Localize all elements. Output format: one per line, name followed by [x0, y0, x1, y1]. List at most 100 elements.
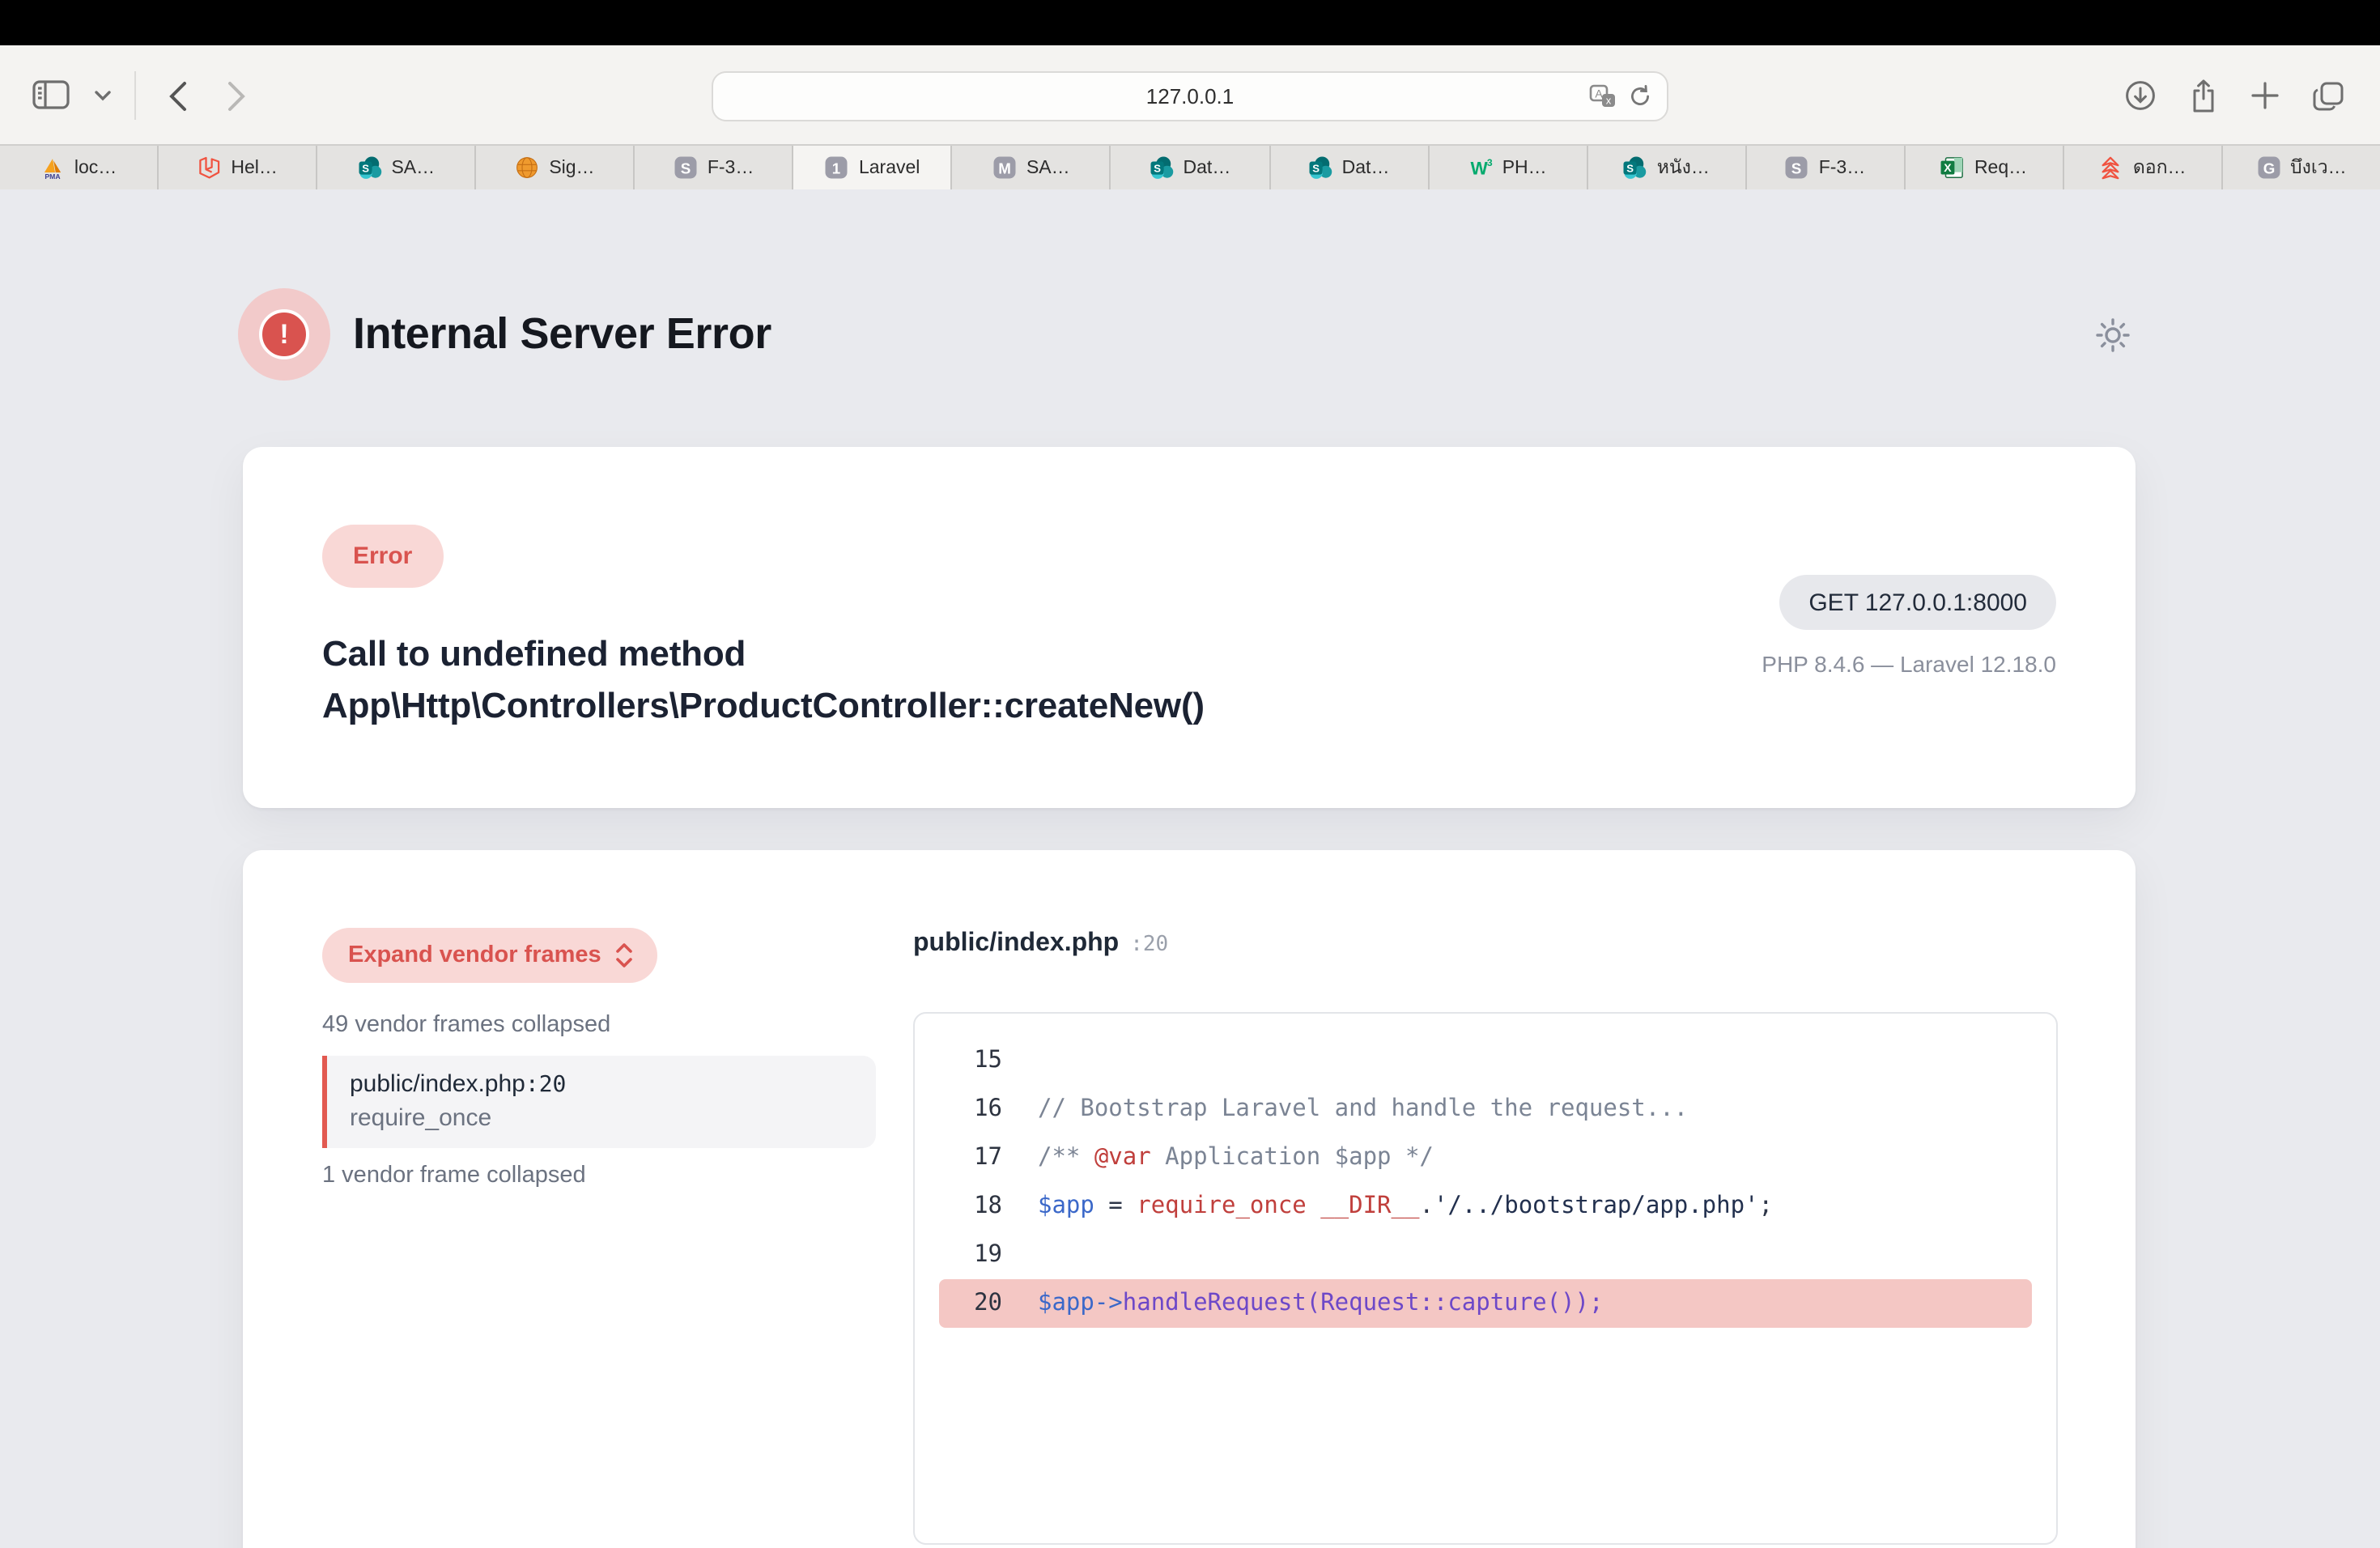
svg-text:S: S — [1154, 163, 1161, 175]
gray-letter-favicon-icon: S — [674, 155, 698, 180]
tab-sa[interactable]: S SA… — [316, 146, 474, 189]
svg-text:S: S — [1312, 163, 1320, 175]
tab-label: บึงเว… — [2290, 153, 2347, 182]
menu-bar — [0, 0, 2380, 45]
page-header: ! Internal Server Error — [243, 288, 2136, 381]
tab-label: F-3… — [708, 158, 754, 177]
code-viewer-line: :20 — [1130, 933, 1168, 957]
svg-text:S: S — [1791, 160, 1802, 177]
theme-toggle-sun-icon[interactable] — [2093, 316, 2132, 355]
tab-label: หนัง… — [1657, 153, 1710, 182]
sidebar-chevron-down-icon[interactable] — [94, 89, 112, 102]
new-tab-icon[interactable] — [2250, 81, 2280, 110]
toolbar-divider — [134, 71, 136, 120]
line-number: 17 — [950, 1145, 1002, 1171]
tab-loc[interactable]: PMA loc… — [0, 146, 157, 189]
line-number: 19 — [950, 1242, 1002, 1268]
tab-label: F-3… — [1819, 158, 1866, 177]
error-message-line2: App\Http\Controllers\ProductController::… — [322, 680, 1205, 732]
back-button-icon[interactable] — [168, 80, 188, 111]
line-number: 15 — [950, 1048, 1002, 1074]
tab-dat[interactable]: S Dat… — [1110, 146, 1269, 189]
translate-icon[interactable]: A x — [1589, 84, 1617, 108]
gray-letter-favicon-icon: 1 — [825, 155, 849, 180]
address-bar[interactable]: 127.0.0.1 A x — [712, 71, 1668, 121]
error-type-badge: Error — [322, 525, 443, 588]
code-line-17: 17/** @var Application $app */ — [915, 1133, 2056, 1182]
svg-text:S: S — [1627, 163, 1634, 175]
line-number: 16 — [950, 1096, 1002, 1122]
tab-label: SA… — [391, 158, 435, 177]
url-text: 127.0.0.1 — [1146, 84, 1234, 108]
tab-label: SA… — [1026, 158, 1070, 177]
tab-label: Dat… — [1184, 158, 1231, 177]
expand-vendor-frames-button[interactable]: Expand vendor frames — [322, 928, 658, 983]
svg-text:3: 3 — [1487, 157, 1493, 168]
sharepoint-favicon-icon: S — [1623, 155, 1647, 180]
forward-button-icon[interactable] — [227, 80, 246, 111]
code-line-20: 20 $app->handleRequest(Request::capture()… — [939, 1279, 2032, 1328]
tab-strip: PMA loc… Hel… S SA… Sig… S F-3… 1 Laravel MSA… S Dat… — [0, 146, 2380, 189]
browser-toolbar: 127.0.0.1 A x — [0, 45, 2380, 146]
downloads-icon[interactable] — [2124, 79, 2157, 112]
code-line-15: 15 — [915, 1036, 2056, 1085]
code-line-19: 19 — [915, 1231, 2056, 1279]
error-message: Call to undefined method App\Http\Contro… — [322, 628, 1205, 732]
stack-trace-card: Expand vendor frames 49 vendor frames co… — [243, 850, 2136, 1548]
chevron-up-down-icon — [614, 942, 635, 968]
page-content: ! Internal Server Error Error Call to un… — [0, 189, 2380, 1548]
vendor-frames-collapsed-bottom: 1 vendor frame collapsed — [322, 1163, 586, 1189]
tab-req[interactable]: X Req… — [1904, 146, 2063, 189]
safari-window: 127.0.0.1 A x — [0, 0, 2380, 1548]
line-number: 20 — [950, 1291, 1002, 1316]
stack-frame-item[interactable]: public/index.php:20 require_once — [322, 1056, 876, 1148]
page-title: Internal Server Error — [353, 309, 771, 359]
line-number: 18 — [950, 1193, 1002, 1219]
tab-f3[interactable]: S F-3… — [634, 146, 793, 189]
reload-icon[interactable] — [1628, 84, 1652, 108]
tab-label: Hel… — [231, 158, 278, 177]
tab-label: ดอก… — [2133, 153, 2187, 182]
tab-label: Req… — [1974, 158, 2027, 177]
tab-label: Dat… — [1342, 158, 1390, 177]
php-laravel-versions: PHP 8.4.6 — Laravel 12.18.0 — [1762, 648, 2056, 680]
tab-label: Sig… — [549, 158, 594, 177]
tab-label: Laravel — [859, 158, 920, 177]
tab-sig[interactable]: Sig… — [474, 146, 633, 189]
code-line-16: 16 // Bootstrap Laravel and handle the re… — [915, 1085, 2056, 1133]
tab-item-13[interactable]: ดอก… — [2063, 146, 2221, 189]
code-viewer-file: public/index.php — [913, 929, 1119, 957]
code-viewer: 15 16 // Bootstrap Laravel and handle the … — [913, 1012, 2058, 1545]
error-summary-card: Error Call to undefined method App\Http\… — [243, 447, 2136, 808]
vendor-frames-collapsed-top: 49 vendor frames collapsed — [322, 1012, 610, 1038]
tab-ph[interactable]: W3 PH… — [1427, 146, 1586, 189]
tab-label: loc… — [74, 158, 117, 177]
gray-letter-favicon-icon: S — [1785, 155, 1809, 180]
stack-frame-method: require_once — [350, 1103, 853, 1135]
svg-text:A: A — [1595, 87, 1603, 100]
tab-dat[interactable]: S Dat… — [1269, 146, 1427, 189]
tab-laravel[interactable]: 1 Laravel — [793, 146, 951, 189]
tab-hel[interactable]: Hel… — [157, 146, 316, 189]
svg-text:X: X — [1944, 161, 1953, 174]
sidebar-toggle-icon[interactable] — [32, 79, 71, 112]
tab-item-14[interactable]: Gบึงเว… — [2221, 146, 2380, 189]
svg-text:W: W — [1470, 158, 1488, 178]
share-icon[interactable] — [2189, 79, 2218, 113]
tab-sa[interactable]: MSA… — [951, 146, 1110, 189]
tab-f3[interactable]: S F-3… — [1745, 146, 1903, 189]
sharepoint-favicon-icon: S — [1150, 155, 1174, 180]
sharepoint-favicon-icon: S — [1308, 155, 1332, 180]
red-chevrons-favicon-icon — [2099, 155, 2123, 180]
tab-item-10[interactable]: S หนัง… — [1586, 146, 1745, 189]
phpmyadmin-favicon-icon: PMA — [40, 155, 65, 180]
sharepoint-favicon-icon: S — [357, 155, 381, 180]
code-text: $app->handleRequest(Request::capture()); — [1038, 1291, 1603, 1316]
tab-label: PH… — [1502, 158, 1547, 177]
error-status-icon: ! — [238, 288, 330, 381]
excel-favicon-icon: X — [1940, 155, 1965, 180]
request-method-badge: GET 127.0.0.1:8000 — [1779, 575, 2056, 630]
code-text: // Bootstrap Laravel and handle the requ… — [1038, 1096, 1688, 1122]
tab-overview-icon[interactable] — [2312, 80, 2344, 111]
svg-text:PMA: PMA — [45, 172, 60, 180]
